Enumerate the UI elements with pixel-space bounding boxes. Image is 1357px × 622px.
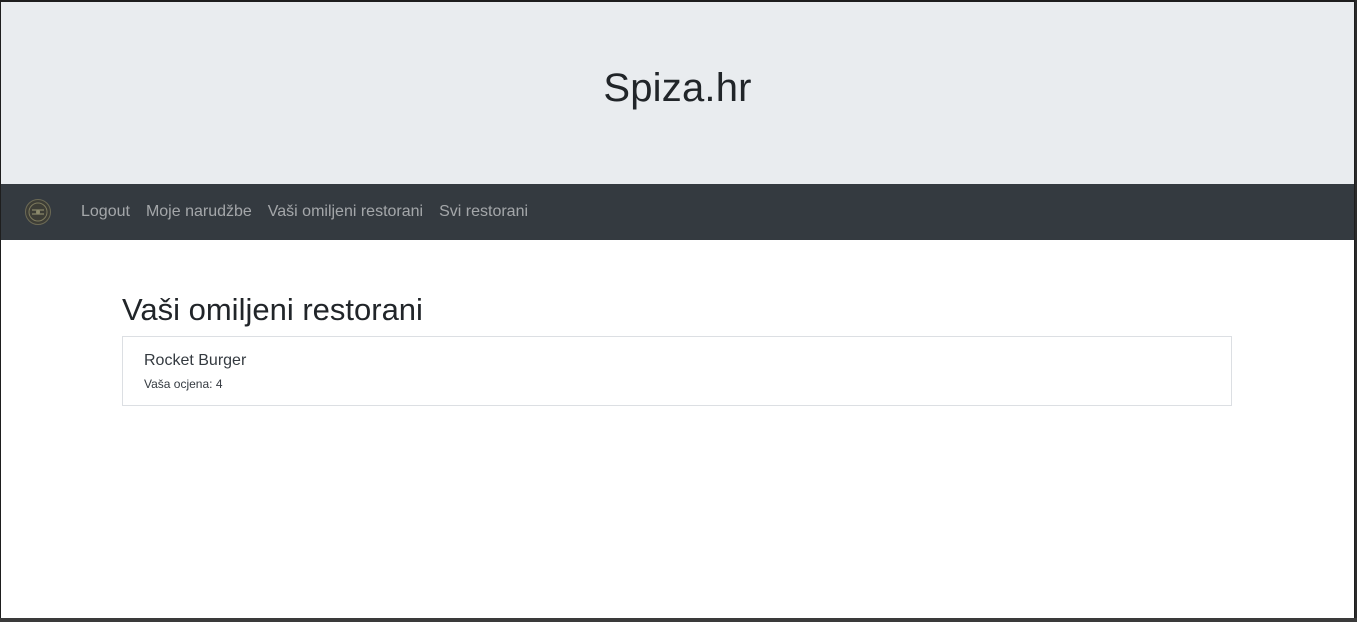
browser-viewport: Spiza.hr Logout Moje narudžbe Vaši omilj… — [0, 0, 1355, 618]
nav-link-my-orders[interactable]: Moje narudžbe — [146, 203, 252, 221]
nav-links: Logout Moje narudžbe Vaši omiljeni resto… — [81, 184, 544, 240]
window-bottom-edge — [0, 618, 1357, 622]
navbar: Logout Moje narudžbe Vaši omiljeni resto… — [1, 184, 1354, 240]
nav-link-logout[interactable]: Logout — [81, 203, 130, 221]
header-jumbotron: Spiza.hr — [1, 2, 1354, 184]
restaurant-name[interactable]: Rocket Burger — [144, 352, 246, 370]
nav-link-favorite-restaurants[interactable]: Vaši omiljeni restorani — [268, 203, 423, 221]
nav-link-all-restaurants[interactable]: Svi restorani — [439, 203, 528, 221]
restaurant-logo-icon[interactable] — [25, 199, 51, 225]
page-title: Vaši omiljeni restorani — [122, 292, 423, 327]
restaurant-rating: Vaša ocjena: 4 — [144, 377, 223, 391]
site-title: Spiza.hr — [603, 66, 752, 110]
favorite-restaurant-card[interactable]: Rocket Burger Vaša ocjena: 4 — [122, 336, 1232, 406]
